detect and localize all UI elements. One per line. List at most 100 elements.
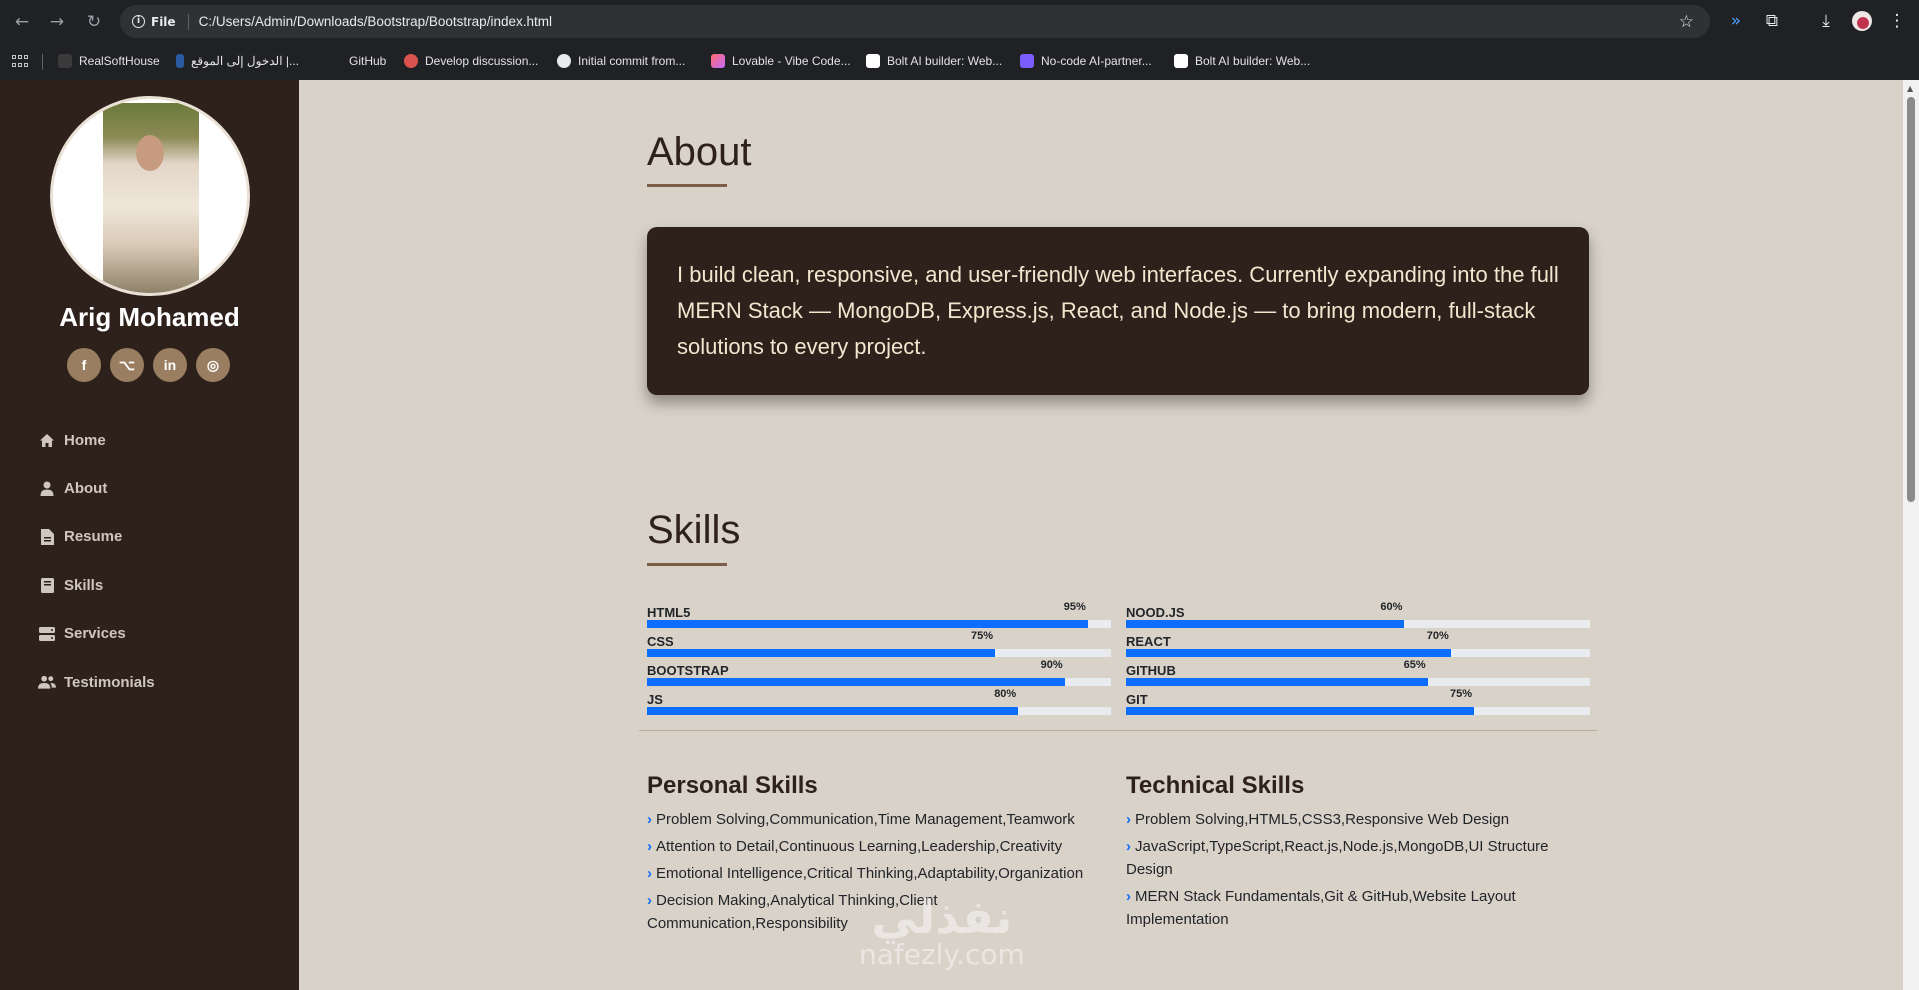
github-icon[interactable]: ⌥ <box>110 348 144 382</box>
linkedin-icon[interactable]: in <box>153 348 187 382</box>
scroll-thumb[interactable] <box>1907 97 1915 502</box>
chevron-right-icon: › <box>1126 811 1131 828</box>
skill-bar-nood-js: NOOD.JS 60% <box>1126 601 1590 629</box>
bookmark-item[interactable]: Develop discussion... <box>404 54 538 68</box>
user-icon <box>38 481 56 497</box>
skill-track <box>647 678 1111 686</box>
skill-name: CSS <box>647 634 674 649</box>
home-icon <box>38 432 56 448</box>
bookmark-item[interactable]: Initial commit from... <box>557 54 685 68</box>
profile-name: Arig Mohamed <box>59 302 240 332</box>
bookmark-star-icon[interactable]: ☆ <box>1679 12 1694 32</box>
list-item: › MERN Stack Fundamentals,Git & GitHub,We… <box>1126 888 1516 928</box>
chevron-right-icon: › <box>1126 838 1131 855</box>
about-heading-underline <box>647 184 727 187</box>
skill-name: REACT <box>1126 634 1171 649</box>
bookmark-item[interactable]: Bolt AI builder: Web... <box>866 54 1002 68</box>
skill-name: GITHUB <box>1126 663 1176 678</box>
github-icon <box>557 54 571 68</box>
instagram-icon[interactable]: ◎ <box>196 348 230 382</box>
facebook-icon[interactable]: f <box>67 348 101 382</box>
chevron-right-icon: › <box>647 865 652 882</box>
skill-percent: 60% <box>1380 601 1403 613</box>
kebab-menu-icon[interactable]: ⋮ <box>1886 10 1908 32</box>
bookmark-item[interactable]: الدخول إلى الموقع |... <box>176 54 299 68</box>
skill-percent: 80% <box>994 688 1017 700</box>
bookmarks-separator <box>42 54 43 70</box>
chevron-right-icon: › <box>647 838 652 855</box>
apps-grid-icon[interactable] <box>12 55 28 69</box>
skill-name: HTML5 <box>647 605 691 620</box>
bookmark-item[interactable]: Bolt AI builder: Web... <box>1174 54 1310 68</box>
skills-heading-underline <box>647 563 727 566</box>
bookmark-item[interactable]: RealSoftHouse <box>58 54 160 68</box>
technical-skills-title: Technical Skills <box>1126 772 1305 799</box>
url-text[interactable]: C:/Users/Admin/Downloads/Bootstrap/Boots… <box>199 14 552 29</box>
skill-percent: 65% <box>1403 659 1426 671</box>
list-item: › Attention to Detail,Continuous Learning… <box>647 838 1063 855</box>
skill-percent: 75% <box>1450 688 1473 700</box>
users-icon <box>38 674 56 690</box>
page-scrollbar[interactable]: ▲ <box>1903 80 1919 990</box>
info-icon: i <box>132 15 145 28</box>
lovable-icon <box>711 54 725 68</box>
nav-item-skills[interactable]: Skills <box>38 561 155 609</box>
skill-bar-bootstrap: BOOTSTRAP 90% <box>647 659 1111 687</box>
about-heading: About <box>647 130 752 174</box>
skill-bar-github: GITHUB 65% <box>1126 659 1590 687</box>
cast-icon[interactable]: » <box>1725 10 1747 32</box>
main-content: About I build clean, responsive, and use… <box>299 80 1899 990</box>
personal-skills-title: Personal Skills <box>647 772 818 799</box>
skill-fill <box>1126 649 1451 657</box>
nocode-icon <box>1020 54 1034 68</box>
skill-track <box>647 707 1111 715</box>
bolt-icon <box>1174 54 1188 68</box>
address-bar[interactable]: i File C:/Users/Admin/Downloads/Bootstra… <box>120 5 1710 38</box>
back-icon[interactable]: ← <box>12 12 32 32</box>
bookmark-site-icon <box>176 54 184 68</box>
browser-toolbar: ← → ↻ i File C:/Users/Admin/Downloads/Bo… <box>0 0 1919 44</box>
bookmark-item[interactable]: GitHub <box>328 54 386 68</box>
social-links: f ⌥ in ◎ <box>67 348 230 382</box>
chevron-right-icon: › <box>647 811 652 828</box>
skill-bar-js: JS 80% <box>647 688 1111 716</box>
nav-item-about[interactable]: About <box>38 464 155 512</box>
skill-percent: 70% <box>1426 630 1449 642</box>
section-divider <box>639 730 1597 731</box>
extensions-icon[interactable]: ⧉ <box>1761 10 1783 32</box>
scroll-up-arrow-icon[interactable]: ▲ <box>1907 84 1913 93</box>
skill-name: BOOTSTRAP <box>647 663 729 678</box>
bookmark-item[interactable]: No-code AI-partner... <box>1020 54 1152 68</box>
reload-icon[interactable]: ↻ <box>84 12 104 32</box>
watermark: نفذلي nafezly.com <box>859 890 1025 971</box>
nav-item-testimonials[interactable]: Testimonials <box>38 658 155 706</box>
address-separator <box>187 13 189 30</box>
technical-skills-list: › Problem Solving,HTML5,CSS3,Responsive W… <box>1126 808 1596 935</box>
realsofthouse-icon <box>58 54 72 68</box>
skill-fill <box>647 620 1088 628</box>
bolt-icon <box>866 54 880 68</box>
site-info-chip[interactable]: i File <box>132 15 176 29</box>
download-icon[interactable]: ⤓ <box>1815 10 1837 32</box>
nav-item-resume[interactable]: Resume <box>38 513 155 561</box>
chevron-right-icon: › <box>647 892 652 909</box>
skill-fill <box>647 678 1065 686</box>
nav-item-home[interactable]: Home <box>38 416 155 464</box>
skill-fill <box>1126 707 1474 715</box>
skill-track <box>1126 620 1590 628</box>
nav-item-services[interactable]: Services <box>38 610 155 658</box>
skill-percent: 90% <box>1040 659 1063 671</box>
profile-avatar-icon[interactable] <box>1852 11 1872 31</box>
skill-bar-html5: HTML5 95% <box>647 601 1111 629</box>
list-item: › JavaScript,TypeScript,React.js,Node.js,… <box>1126 838 1549 878</box>
book-icon <box>38 577 56 593</box>
skill-bar-css: CSS 75% <box>647 630 1111 658</box>
site-info-label: File <box>151 14 176 29</box>
skill-fill <box>647 649 995 657</box>
forward-icon[interactable]: → <box>47 12 67 32</box>
skill-bar-react: REACT 70% <box>1126 630 1590 658</box>
skill-percent: 95% <box>1063 601 1086 613</box>
bookmark-item[interactable]: Lovable - Vibe Code... <box>711 54 851 68</box>
skill-fill <box>1126 620 1405 628</box>
list-item: › Problem Solving,HTML5,CSS3,Responsive W… <box>1126 811 1510 828</box>
